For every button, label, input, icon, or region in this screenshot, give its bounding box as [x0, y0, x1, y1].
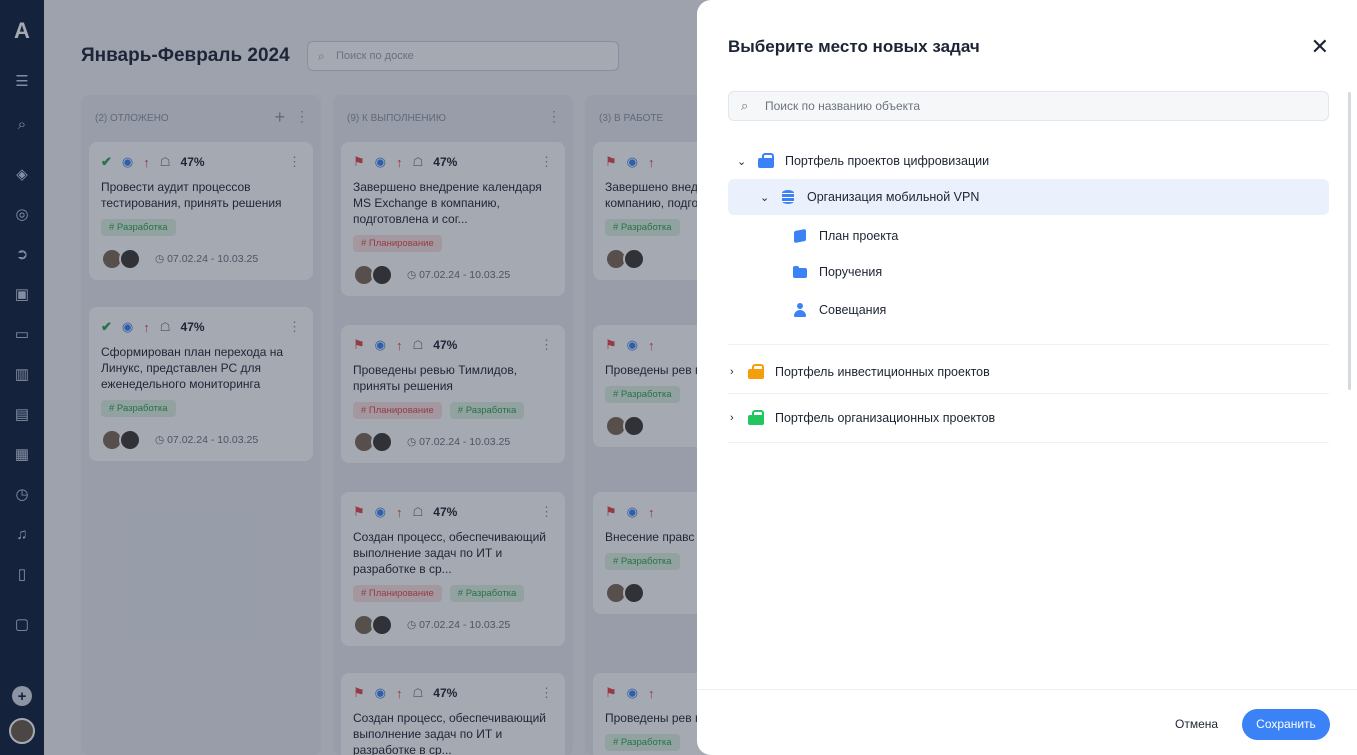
tree-item-project-vpn[interactable]: ⌄ Организация мобильной VPN — [728, 179, 1329, 215]
divider — [728, 393, 1329, 394]
tree-item-meetings[interactable]: Совещания — [792, 292, 1329, 328]
folder-icon — [792, 265, 810, 279]
cancel-button[interactable]: Отмена — [1175, 717, 1218, 731]
briefcase-icon — [748, 410, 766, 425]
tree-item-portfolio-investment[interactable]: › Портфель инвестиционных проектов — [730, 354, 1329, 390]
tree-item-label: Поручения — [819, 265, 883, 279]
tree-item-label: Портфель инвестиционных проектов — [775, 365, 990, 379]
divider — [728, 442, 1329, 443]
chevron-right-icon[interactable]: › — [730, 412, 744, 424]
save-button[interactable]: Сохранить — [1242, 709, 1330, 740]
chevron-down-icon[interactable]: ⌄ — [760, 191, 774, 204]
divider — [728, 344, 1329, 345]
briefcase-icon — [748, 364, 766, 379]
scrollbar[interactable] — [1348, 92, 1351, 390]
search-icon: ⌕ — [741, 98, 749, 113]
briefcase-icon — [758, 153, 776, 168]
tree-item-project-plan[interactable]: План проекта — [792, 218, 1329, 254]
package-icon — [792, 229, 810, 243]
tree-item-label: Портфель проектов цифровизации — [785, 154, 990, 168]
person-icon — [792, 303, 810, 317]
chevron-down-icon[interactable]: ⌄ — [737, 155, 751, 168]
object-search-placeholder: Поиск по названию объекта — [765, 99, 921, 113]
database-icon — [780, 190, 798, 204]
tree-item-assignments[interactable]: Поручения — [792, 254, 1329, 290]
tree-item-portfolio-digitalization[interactable]: ⌄ Портфель проектов цифровизации — [737, 143, 1329, 179]
close-icon[interactable]: ✕ — [1311, 34, 1329, 60]
panel-footer: Отмена Сохранить — [697, 689, 1357, 755]
tree-item-portfolio-organizational[interactable]: › Портфель организационных проектов — [730, 400, 1329, 436]
tree-item-label: План проекта — [819, 229, 899, 243]
select-location-panel: Выберите место новых задач ✕ ⌕ Поиск по … — [697, 0, 1357, 755]
chevron-right-icon[interactable]: › — [730, 366, 744, 378]
panel-title: Выберите место новых задач — [728, 37, 980, 56]
tree-item-label: Организация мобильной VPN — [807, 190, 980, 204]
tree-item-label: Портфель организационных проектов — [775, 411, 996, 425]
tree-item-label: Совещания — [819, 303, 887, 317]
object-search-input[interactable]: ⌕ Поиск по названию объекта — [728, 91, 1329, 121]
